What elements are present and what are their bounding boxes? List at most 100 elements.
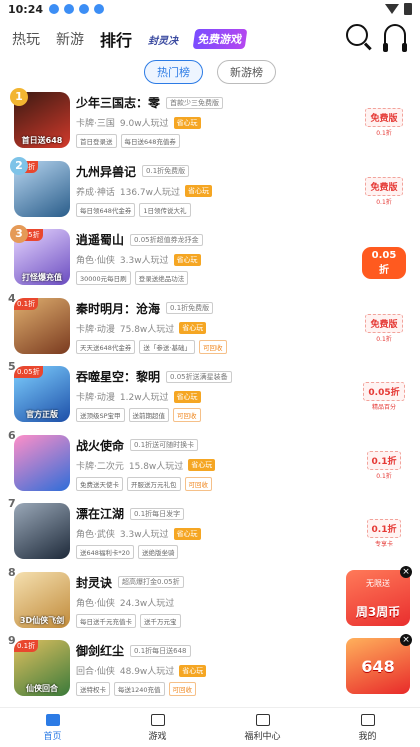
feature-chip: 每日领648代金券 (76, 202, 136, 217)
badge-sublabel: 专享卡 (374, 541, 393, 548)
nav-welfare[interactable]: 福利中心 (210, 708, 315, 747)
player-count: 1.2w人玩过 (119, 393, 169, 403)
discount-badge[interactable]: 免费版 0.1折 (362, 175, 406, 206)
discount-badge[interactable]: 0.1折专享卡 (362, 517, 406, 548)
float-ad-648[interactable]: × 648 (346, 634, 412, 694)
feature-chip: 送特权卡 (76, 682, 110, 696)
feature-chip: 送「参送·基础」 (139, 339, 195, 354)
float-ad-line1: 无限送 (366, 579, 390, 588)
feature-chip: 首日登录送 (76, 134, 117, 148)
float-ad-line2: 648 (361, 657, 395, 676)
discount-badge[interactable]: 0.1折 0.1折 (362, 449, 406, 480)
promo-tag: 0.05折超值券龙抒金 (130, 233, 203, 246)
game-info: 逍遥蜀山 0.05折超值券龙抒金 角色·仙侠 3.3w人玩过 省心玩 30000元每日刷登… (76, 231, 346, 285)
game-info: 九州异兽记 0.1折免费版 养成·神话 136.7w人玩过 省心玩 每日领648代金券 1日… (76, 163, 346, 217)
promo-tag: 0.1折送可随时换卡 (130, 439, 199, 451)
discount-badge[interactable]: 0.05折 (362, 247, 406, 279)
player-count: 3.3w人玩过 (119, 530, 169, 540)
game-info: 御剑红尘 0.1折每日送648 回合·仙侠 48.9w人玩过 省心玩 送特权卡 每送1240… (76, 642, 346, 696)
player-count: 24.3w人玩过 (119, 598, 175, 609)
discount-badge[interactable]: 免费版 0.1折 (362, 106, 406, 137)
badge-label: 0.05折 (362, 247, 406, 279)
feature-chip: 30000元每日刷 (76, 271, 131, 285)
feature-chip: 登录送绝品功法 (134, 271, 189, 285)
game-icon[interactable]: 3D仙侠飞剑 (14, 571, 70, 628)
badge-label: 0.1折 (366, 519, 402, 538)
feature-chip: 可回收 (168, 682, 197, 696)
battery-icon (404, 3, 412, 15)
nav-profile[interactable]: 我的 (315, 708, 420, 747)
feature-chip: 开服送万元礼包 (127, 476, 181, 491)
player-count: 3.3w人玩过 (119, 256, 169, 266)
game-row[interactable]: 1 首日送648 少年三国志：零 首款少三免费版 卡牌·三国 9.0w人玩过 省心玩 首日登录… (0, 86, 420, 154)
badge-sublabel: 0.1折 (376, 198, 392, 206)
game-genre: 养成·神话 (76, 187, 115, 198)
promo-tag: 0.1折每日送648 (130, 644, 191, 657)
game-row[interactable]: 2 0.1折 九州异兽记 0.1折免费版养成·神话 136.7w人玩过省心玩每日领648… (0, 155, 420, 223)
game-info: 封灵诀 超高爆打金0.05折 角色·仙侠 24.3w人玩过 每日送千元充值卡 送千万元宝 (76, 574, 346, 628)
feature-chip: 1日领传说大礼 (139, 202, 191, 217)
subtab-hot-list[interactable]: 热门榜 (144, 60, 203, 84)
feature-chip: 可回收 (173, 408, 201, 422)
player-count: 136.7w人玩过 (119, 187, 181, 198)
game-info: 战火使命 0.1折送可随时换卡 卡牌·二次元 15.8w人玩过 省心玩 免费送天使卡 开服送… (76, 437, 346, 491)
game-row[interactable]: 4 0.1折 秦时明月：沧海 0.1折免费版 卡牌·动漫 75.8w人玩过 省心玩 天天送64… (0, 292, 420, 360)
game-title: 御剑红尘 (76, 644, 125, 658)
badge-label: 免费版 (365, 313, 403, 333)
discount-badge[interactable]: 0.05折 精品百分 (362, 380, 406, 411)
close-icon[interactable]: × (400, 566, 412, 578)
status-bar: 10:24 (0, 0, 420, 18)
game-title: 战火使命 (76, 438, 125, 453)
game-title: 九州异兽记 (76, 164, 137, 179)
game-row[interactable]: 7 漂在江湖 0.1折每日发字 角色·武侠 3.3w人玩过 省心玩 送648福利卡*20 送绝… (0, 497, 420, 565)
badge-sublabel: 精品百分 (371, 404, 396, 411)
game-title: 秦时明月：沧海 (76, 301, 161, 316)
subtab-new-list[interactable]: 新游榜 (217, 60, 276, 84)
nav-games[interactable]: 游戏 (105, 708, 210, 747)
home-icon (45, 713, 60, 726)
promo-tag: 首款少三免费版 (166, 96, 224, 109)
notification-icon (79, 4, 90, 14)
game-icon[interactable]: 0.05折 官方正版 (14, 366, 70, 422)
badge-label: 0.1折 (366, 450, 402, 470)
nav-label: 首页 (43, 731, 62, 742)
player-count: 15.8w人玩过 (128, 461, 184, 472)
game-row[interactable]: 5 0.05折 官方正版 吞噬星空：黎明 0.05折送满星装备 卡牌·动漫 1.2w人玩过省… (0, 360, 420, 428)
gamepad-icon (150, 713, 165, 726)
game-title: 漂在江湖 (76, 507, 125, 521)
feature-chip: 可回收 (199, 339, 227, 354)
ranking-subtabs: 热门榜 新游榜 (0, 60, 420, 84)
tab-logo-free-games[interactable]: 免费游戏 (192, 29, 248, 49)
nav-label: 游戏 (148, 731, 167, 742)
game-icon[interactable] (14, 434, 70, 491)
close-icon[interactable]: × (400, 634, 412, 646)
game-row[interactable]: 6 战火使命 0.1折送可随时换卡 卡牌·二次元 15.8w人玩过 省心玩 免费送天使卡 开服… (0, 429, 420, 497)
game-icon[interactable] (14, 503, 70, 559)
feature-chip: 送顶级SP宝甲 (76, 408, 125, 422)
game-icon[interactable]: 0.1折 (14, 297, 70, 354)
game-row[interactable]: 3 0.05折 打怪爆充值 逍遥蜀山 0.05折超值券龙抒金 角色·仙侠 3.3w人玩过 省心… (0, 223, 420, 291)
icon-caption: 仙侠回合 (26, 684, 58, 693)
nav-home[interactable]: 首页 (0, 708, 105, 747)
discount-badge[interactable]: 免费版 0.1折 (362, 312, 406, 343)
feature-chip: 送648福利卡*20 (76, 545, 134, 559)
promo-tag: 0.05折送满星装备 (166, 370, 232, 383)
headset-icon[interactable] (383, 24, 407, 52)
tab-ranking[interactable]: 排行 (100, 27, 132, 51)
game-genre: 卡牌·二次元 (76, 461, 124, 472)
icon-discount-tag: 0.1折 (14, 297, 39, 310)
tab-logo-fenglingjue[interactable]: 封灵决 (148, 32, 178, 47)
float-ad-coins[interactable]: × 无限送 周3周币 (346, 566, 412, 626)
notification-icon (64, 4, 75, 14)
icon-caption: 打怪爆充值 (22, 273, 62, 282)
hot-tag: 省心玩 (173, 527, 201, 540)
game-title: 少年三国志：零 (76, 96, 161, 110)
search-icon[interactable] (346, 24, 368, 46)
game-title: 封灵诀 (76, 575, 113, 590)
feature-chip: 送绝版坐骑 (137, 545, 179, 559)
game-icon[interactable]: 0.1折 仙侠回合 (14, 640, 70, 696)
hot-tag: 省心玩 (188, 459, 216, 471)
tab-hot[interactable]: 热玩 (12, 29, 40, 49)
feature-chip: 每日送千元充值卡 (76, 613, 136, 628)
tab-new[interactable]: 新游 (56, 29, 84, 49)
